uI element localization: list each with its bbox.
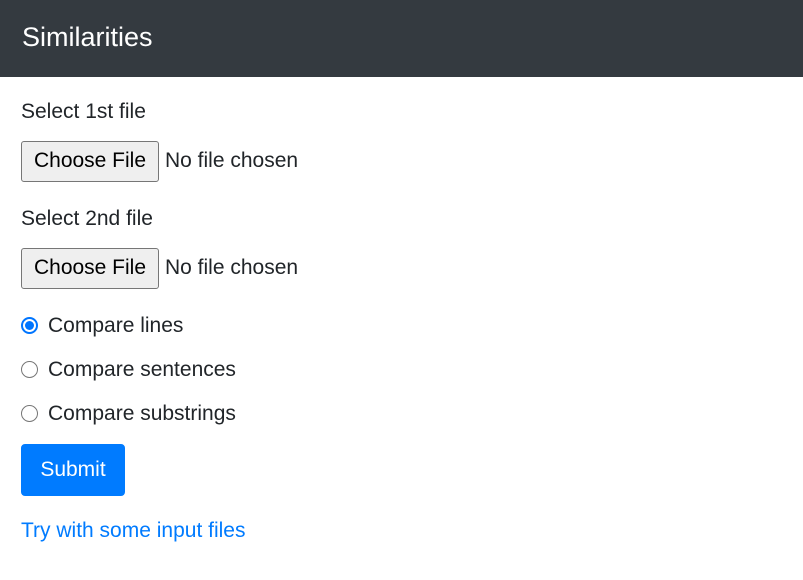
sample-files-link[interactable]: Try with some input files [21,516,245,546]
compare-sentences-label[interactable]: Compare sentences [48,355,236,385]
file1-label: Select 1st file [21,100,146,123]
compare-substrings-radio[interactable] [21,405,38,422]
file1-status: No file chosen [165,149,299,172]
submit-button[interactable]: Submit [21,444,125,496]
compare-sentences-radio[interactable] [21,361,38,378]
file2-label: Select 2nd file [21,207,153,230]
navbar: Similarities [0,0,803,77]
file2-status: No file chosen [165,256,299,279]
compare-lines-radio[interactable] [21,317,38,334]
navbar-brand[interactable]: Similarities [22,19,153,55]
compare-lines-label[interactable]: Compare lines [48,311,183,341]
file1-choose-button[interactable]: Choose File [21,141,159,182]
compare-substrings-label[interactable]: Compare substrings [48,399,236,429]
file2-choose-button[interactable]: Choose File [21,248,159,289]
